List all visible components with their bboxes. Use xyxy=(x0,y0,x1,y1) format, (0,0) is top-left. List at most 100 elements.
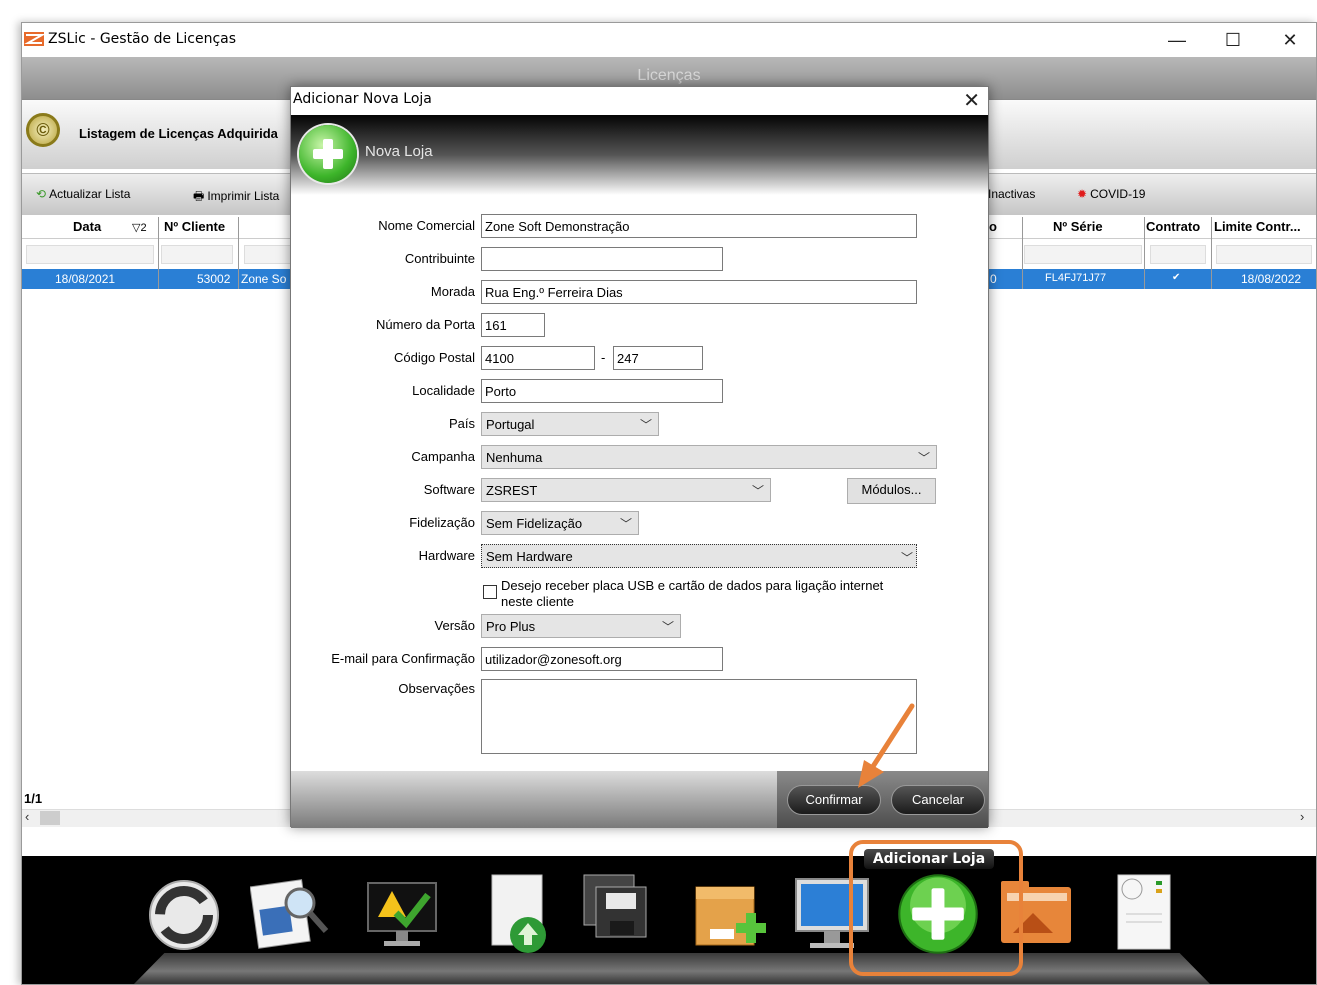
column-header-limite[interactable]: Limite Contr... xyxy=(1214,219,1301,234)
warning-monitor-icon[interactable] xyxy=(362,873,442,953)
maximize-button[interactable]: ☐ xyxy=(1210,27,1256,53)
filter-serie[interactable] xyxy=(1024,245,1142,264)
chevron-down-icon: ﹀ xyxy=(917,451,930,465)
dialog-title: Adicionar Nova Loja xyxy=(293,91,432,107)
refresh-icon: ⟲ xyxy=(36,187,47,201)
fidelizacao-select[interactable]: Sem Fidelização ﹀ xyxy=(481,511,639,535)
page-title: Licenças xyxy=(637,67,701,84)
copyright-logo-icon: © xyxy=(26,113,60,147)
search-document-icon[interactable] xyxy=(250,873,330,953)
email-label: E-mail para Confirmação xyxy=(331,651,475,666)
pais-select[interactable]: Portugal ﹀ xyxy=(481,412,659,436)
contribuinte-input[interactable] xyxy=(481,247,723,271)
title-bar: ZSLic - Gestão de Licenças — ☐ ✕ xyxy=(22,23,1316,57)
filter-contrato[interactable] xyxy=(1150,245,1206,264)
localidade-label: Localidade xyxy=(412,383,475,398)
campanha-select[interactable]: Nenhuma ﹀ xyxy=(481,445,937,469)
column-divider xyxy=(158,217,159,289)
close-window-button[interactable]: ✕ xyxy=(1267,27,1313,53)
fidelizacao-label: Fidelização xyxy=(409,515,475,530)
contribuinte-label: Contribuinte xyxy=(404,251,475,266)
column-header-contrato[interactable]: Contrato xyxy=(1146,219,1200,234)
scrollbar-thumb[interactable] xyxy=(40,811,60,825)
morada-label: Morada xyxy=(430,284,475,299)
confirm-button[interactable]: Confirmar xyxy=(787,785,881,815)
cell-contrato-check-icon: ✔ xyxy=(1172,272,1181,283)
chevron-down-icon: ﹀ xyxy=(639,418,652,432)
codigo-postal-input-1[interactable] xyxy=(481,346,595,370)
column-divider xyxy=(1022,217,1023,289)
cell-name: Zone So xyxy=(241,272,287,286)
print-list-button[interactable]: 🖶 Imprimir Lista xyxy=(193,187,279,208)
versao-select[interactable]: Pro Plus ﹀ xyxy=(481,614,681,638)
save-icon[interactable] xyxy=(582,873,662,953)
list-title: Listagem de Licenças Adquirida xyxy=(79,126,278,141)
upload-document-icon[interactable] xyxy=(482,873,562,953)
observacoes-textarea[interactable] xyxy=(481,679,917,754)
package-add-icon[interactable] xyxy=(690,873,770,953)
email-input[interactable] xyxy=(481,647,723,671)
sort-indicator-icon: ▽2 xyxy=(132,222,147,234)
postal-separator: - xyxy=(601,350,606,365)
morada-input[interactable] xyxy=(481,280,917,304)
inactive-filter-button[interactable]: Inactivas xyxy=(988,187,1035,201)
filter-data[interactable] xyxy=(26,245,154,264)
codigo-postal-label: Código Postal xyxy=(394,350,475,365)
page-indicator: 1/1 xyxy=(24,791,43,806)
scroll-right-icon[interactable]: › xyxy=(1300,809,1304,824)
hardware-label: Hardware xyxy=(418,548,475,563)
column-header-client[interactable]: Nº Cliente xyxy=(164,219,225,234)
column-divider xyxy=(1211,217,1212,289)
hardware-select[interactable]: Sem Hardware xyxy=(481,544,917,568)
modulos-button[interactable]: Módulos... xyxy=(847,478,936,504)
refresh-list-button[interactable]: ⟲ Actualizar Lista xyxy=(36,187,130,201)
chevron-down-icon: ﹀ xyxy=(901,551,914,565)
versao-label: Versão xyxy=(434,618,475,633)
column-header-o[interactable]: o xyxy=(989,219,997,234)
dialog-footer-left xyxy=(291,771,777,828)
scroll-left-icon[interactable]: ‹ xyxy=(25,809,29,824)
campanha-label: Campanha xyxy=(411,449,475,464)
porta-label: Número da Porta xyxy=(376,317,475,332)
dialog-header-text: Nova Loja xyxy=(365,143,433,160)
chevron-down-icon: ﹀ xyxy=(751,484,764,498)
cell-data: 18/08/2021 xyxy=(55,272,116,286)
filter-client[interactable] xyxy=(161,245,233,264)
usb-checkbox-label-line2: neste cliente xyxy=(501,594,574,609)
filter-limite[interactable] xyxy=(1216,245,1312,264)
cell-serie: FL4FJ71J77 xyxy=(1045,272,1107,284)
pais-label: País xyxy=(448,416,475,431)
porta-input[interactable] xyxy=(481,313,545,337)
add-store-dialog: Adicionar Nova Loja ✕ Nova Loja Nome Com… xyxy=(290,86,989,828)
cell-o: 0 xyxy=(990,272,997,286)
cell-client: 53002 xyxy=(197,272,231,286)
window-title: ZSLic - Gestão de Licenças xyxy=(48,31,237,47)
chevron-down-icon: ﹀ xyxy=(619,517,632,531)
software-select[interactable]: ZSREST ﹀ xyxy=(481,478,771,502)
software-label: Software xyxy=(423,482,475,497)
observacoes-label: Observações xyxy=(398,681,475,696)
virus-icon: ✹ xyxy=(1077,187,1088,201)
cell-limite: 18/08/2022 xyxy=(1241,272,1302,286)
column-header-data[interactable]: Data xyxy=(73,219,101,234)
at-document-icon[interactable] xyxy=(1100,873,1180,953)
minimize-button[interactable]: — xyxy=(1154,27,1200,53)
column-divider xyxy=(238,217,239,289)
usb-checkbox[interactable] xyxy=(483,585,497,599)
add-icon xyxy=(299,125,357,183)
codigo-postal-input-2[interactable] xyxy=(613,346,703,370)
dialog-close-button[interactable]: ✕ xyxy=(963,88,980,113)
localidade-input[interactable] xyxy=(481,379,723,403)
dock-shelf xyxy=(132,953,1212,984)
nome-input[interactable] xyxy=(481,214,917,238)
chevron-down-icon: ﹀ xyxy=(661,620,674,634)
covid-button[interactable]: ✹ COVID-19 xyxy=(1077,187,1145,201)
column-header-serie[interactable]: Nº Série xyxy=(1053,219,1103,234)
refresh-icon[interactable] xyxy=(144,873,224,953)
highlight-outline xyxy=(849,840,1023,976)
cancel-button[interactable]: Cancelar xyxy=(891,785,985,815)
nome-label: Nome Comercial xyxy=(378,218,475,233)
app-logo-icon xyxy=(24,32,44,46)
usb-checkbox-label: Desejo receber placa USB e cartão de dad… xyxy=(501,578,884,593)
printer-icon: 🖶 xyxy=(193,189,205,203)
